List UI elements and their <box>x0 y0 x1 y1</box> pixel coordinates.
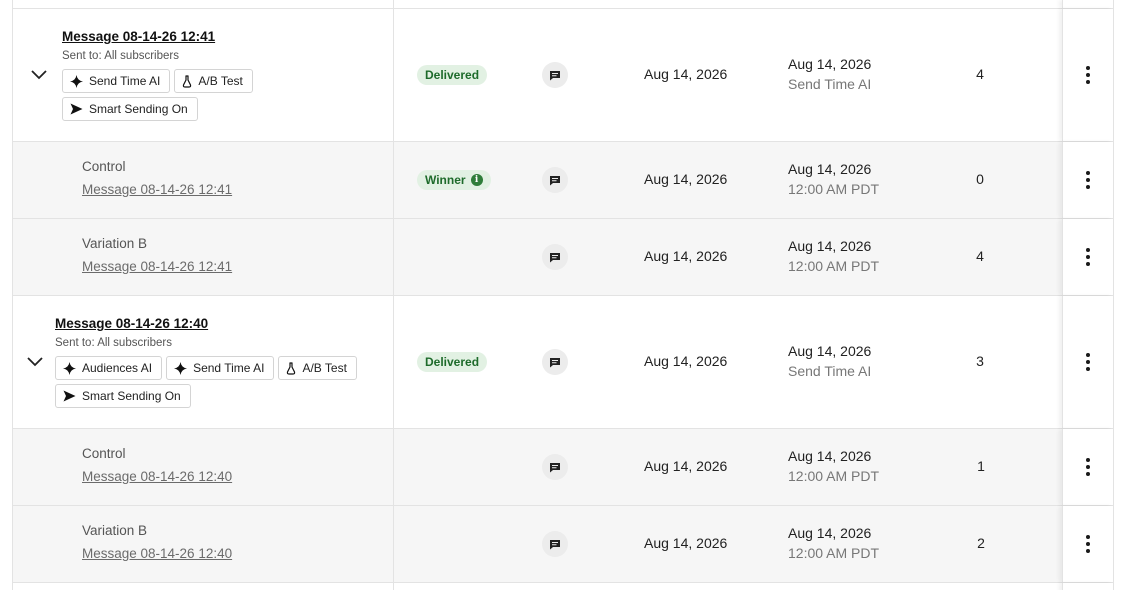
sparkle-icon <box>70 74 83 88</box>
message-channel-icon <box>542 62 568 88</box>
sent-to-label: Sent to: All subscribers <box>62 50 179 62</box>
message-channel-icon <box>542 349 568 375</box>
send-detail: 12:00 AM PDT <box>788 468 880 484</box>
campaigns-table: Message 08-14-26 12:41 Sent to: All subs… <box>12 0 1114 590</box>
variant-message-link[interactable]: Message 08-14-26 12:40 <box>82 546 232 561</box>
sparkle-icon <box>63 361 76 375</box>
tag-smart-sending: Smart Sending On <box>62 97 198 121</box>
table-row-variant: Control Message 08-14-26 12:40 Aug 14, 2… <box>13 429 1113 506</box>
created-date: Aug 14, 2026 <box>644 248 728 264</box>
feature-tags: Send Time AI A/B Test Smart Sending On <box>62 69 372 121</box>
send-detail: 12:00 AM PDT <box>788 545 880 561</box>
send-detail: 12:00 AM PDT <box>788 258 880 274</box>
collapse-chevron-button[interactable] <box>25 352 45 372</box>
tag-audiences-ai: Audiences AI <box>55 356 163 380</box>
tag-ab-test: A/B Test <box>278 356 357 380</box>
table-row-parent: Message 08-14-26 12:40 Sent to: All subs… <box>13 296 1113 429</box>
message-channel-icon <box>542 531 568 557</box>
chevron-down-icon <box>27 357 43 367</box>
next-row-stub <box>13 583 1113 590</box>
recipient-count: 0 <box>976 171 984 187</box>
table-row-variant: Variation B Message 08-14-26 12:40 Aug 1… <box>13 506 1113 583</box>
send-date: Aug 14, 2026 <box>788 525 872 541</box>
send-date: Aug 14, 2026 <box>788 56 872 72</box>
send-date: Aug 14, 2026 <box>788 343 872 359</box>
variant-name: Variation B <box>82 236 148 251</box>
message-title-link[interactable]: Message 08-14-26 12:40 <box>55 316 208 331</box>
row-actions-menu-button[interactable] <box>1078 534 1098 554</box>
info-icon[interactable]: i <box>470 174 483 186</box>
winner-badge: Winner i <box>417 170 491 190</box>
tag-send-time-ai: Send Time AI <box>62 69 171 93</box>
variant-name: Variation B <box>82 523 148 538</box>
row-actions-menu-button[interactable] <box>1078 457 1098 477</box>
send-date: Aug 14, 2026 <box>788 238 872 254</box>
previous-row-stub <box>13 0 1113 9</box>
tag-smart-sending: Smart Sending On <box>55 384 191 408</box>
flask-icon <box>183 74 192 88</box>
chevron-down-icon <box>31 70 47 80</box>
status-badge: Delivered <box>417 352 488 372</box>
status-badge: Delivered <box>417 65 488 85</box>
flask-icon <box>287 361 296 375</box>
row-actions-menu-button[interactable] <box>1078 352 1098 372</box>
variant-message-link[interactable]: Message 08-14-26 12:40 <box>82 469 232 484</box>
tag-ab-test: A/B Test <box>174 69 253 93</box>
created-date: Aug 14, 2026 <box>644 535 728 551</box>
send-date: Aug 14, 2026 <box>788 161 872 177</box>
created-date: Aug 14, 2026 <box>644 171 728 187</box>
recipient-count: 3 <box>976 353 984 369</box>
message-title-link[interactable]: Message 08-14-26 12:41 <box>62 29 215 44</box>
variant-message-link[interactable]: Message 08-14-26 12:41 <box>82 259 232 274</box>
variant-name: Control <box>82 446 126 461</box>
table-row-variant: Variation B Message 08-14-26 12:41 Aug 1… <box>13 219 1113 296</box>
recipient-count: 2 <box>977 535 985 551</box>
feature-tags: Audiences AI Send Time AI A/B Test Smart… <box>55 356 375 408</box>
send-detail: 12:00 AM PDT <box>788 181 880 197</box>
send-detail: Send Time AI <box>788 76 872 92</box>
recipient-count: 4 <box>976 248 984 264</box>
message-channel-icon <box>542 454 568 480</box>
table-row-variant: Control Message 08-14-26 12:41 Winner i … <box>13 142 1113 219</box>
created-date: Aug 14, 2026 <box>644 353 728 369</box>
collapse-chevron-button[interactable] <box>29 65 49 85</box>
tag-send-time-ai: Send Time AI <box>166 356 275 380</box>
sent-to-label: Sent to: All subscribers <box>55 337 172 349</box>
row-actions-menu-button[interactable] <box>1078 170 1098 190</box>
created-date: Aug 14, 2026 <box>644 458 728 474</box>
recipient-count: 1 <box>977 458 985 474</box>
send-icon <box>70 103 83 115</box>
message-channel-icon <box>542 244 568 270</box>
recipient-count: 4 <box>976 66 984 82</box>
send-icon <box>63 390 76 402</box>
row-actions-menu-button[interactable] <box>1078 65 1098 85</box>
created-date: Aug 14, 2026 <box>644 66 728 82</box>
message-channel-icon <box>542 167 568 193</box>
table-row-parent: Message 08-14-26 12:41 Sent to: All subs… <box>13 9 1113 142</box>
send-detail: Send Time AI <box>788 363 872 379</box>
send-date: Aug 14, 2026 <box>788 448 872 464</box>
sparkle-icon <box>174 361 188 375</box>
row-actions-menu-button[interactable] <box>1078 247 1098 267</box>
variant-message-link[interactable]: Message 08-14-26 12:41 <box>82 182 232 197</box>
variant-name: Control <box>82 159 126 174</box>
